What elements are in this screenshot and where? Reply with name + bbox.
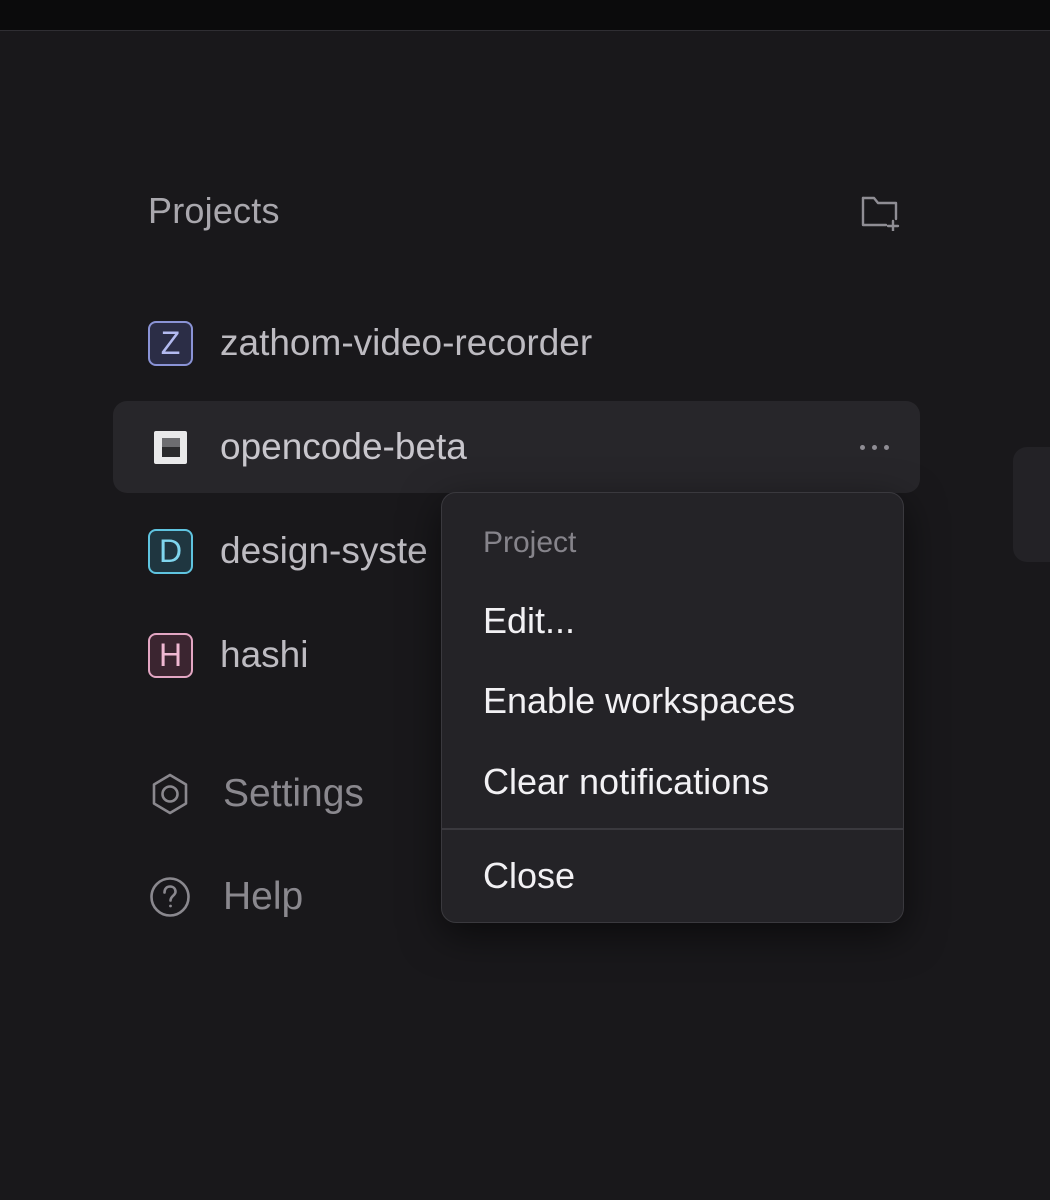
more-dot-icon	[859, 444, 865, 450]
project-avatar: H	[148, 632, 193, 678]
more-dot-icon	[871, 444, 877, 450]
menu-item-clear-notifications[interactable]: Clear notifications	[442, 747, 903, 817]
settings-icon	[148, 772, 192, 816]
project-avatar: D	[148, 528, 193, 574]
more-options-button[interactable]	[854, 431, 894, 463]
projects-heading: Projects	[148, 190, 280, 231]
window-top-bar	[0, 0, 1050, 31]
settings-nav-item[interactable]: Settings	[148, 764, 364, 824]
help-nav-item[interactable]: Help	[148, 867, 303, 927]
menu-header: Project	[483, 526, 577, 559]
project-label: opencode-beta	[220, 426, 467, 467]
project-avatar: Z	[148, 320, 193, 366]
project-avatar-image	[154, 430, 187, 464]
project-context-menu: Project Edit... Enable workspaces Clear …	[441, 492, 904, 923]
menu-item-edit[interactable]: Edit...	[442, 586, 903, 656]
menu-item-enable-workspaces[interactable]: Enable workspaces	[442, 666, 903, 736]
project-label: zathom-video-recorder	[220, 322, 593, 363]
menu-divider	[442, 828, 903, 830]
project-label: design-syste	[220, 530, 428, 571]
help-label: Help	[223, 875, 304, 918]
menu-item-close[interactable]: Close	[442, 841, 903, 911]
project-label: hashi	[220, 634, 309, 675]
help-icon	[148, 875, 192, 919]
project-item-opencode-beta[interactable]: opencode-beta	[113, 401, 920, 493]
new-project-button[interactable]	[856, 188, 904, 234]
settings-label: Settings	[223, 772, 364, 815]
folder-plus-icon	[861, 196, 900, 231]
project-item-zathom-video-recorder[interactable]: Z zathom-video-recorder	[113, 297, 920, 389]
side-panel-edge[interactable]	[1013, 447, 1050, 562]
more-dot-icon	[883, 444, 889, 450]
